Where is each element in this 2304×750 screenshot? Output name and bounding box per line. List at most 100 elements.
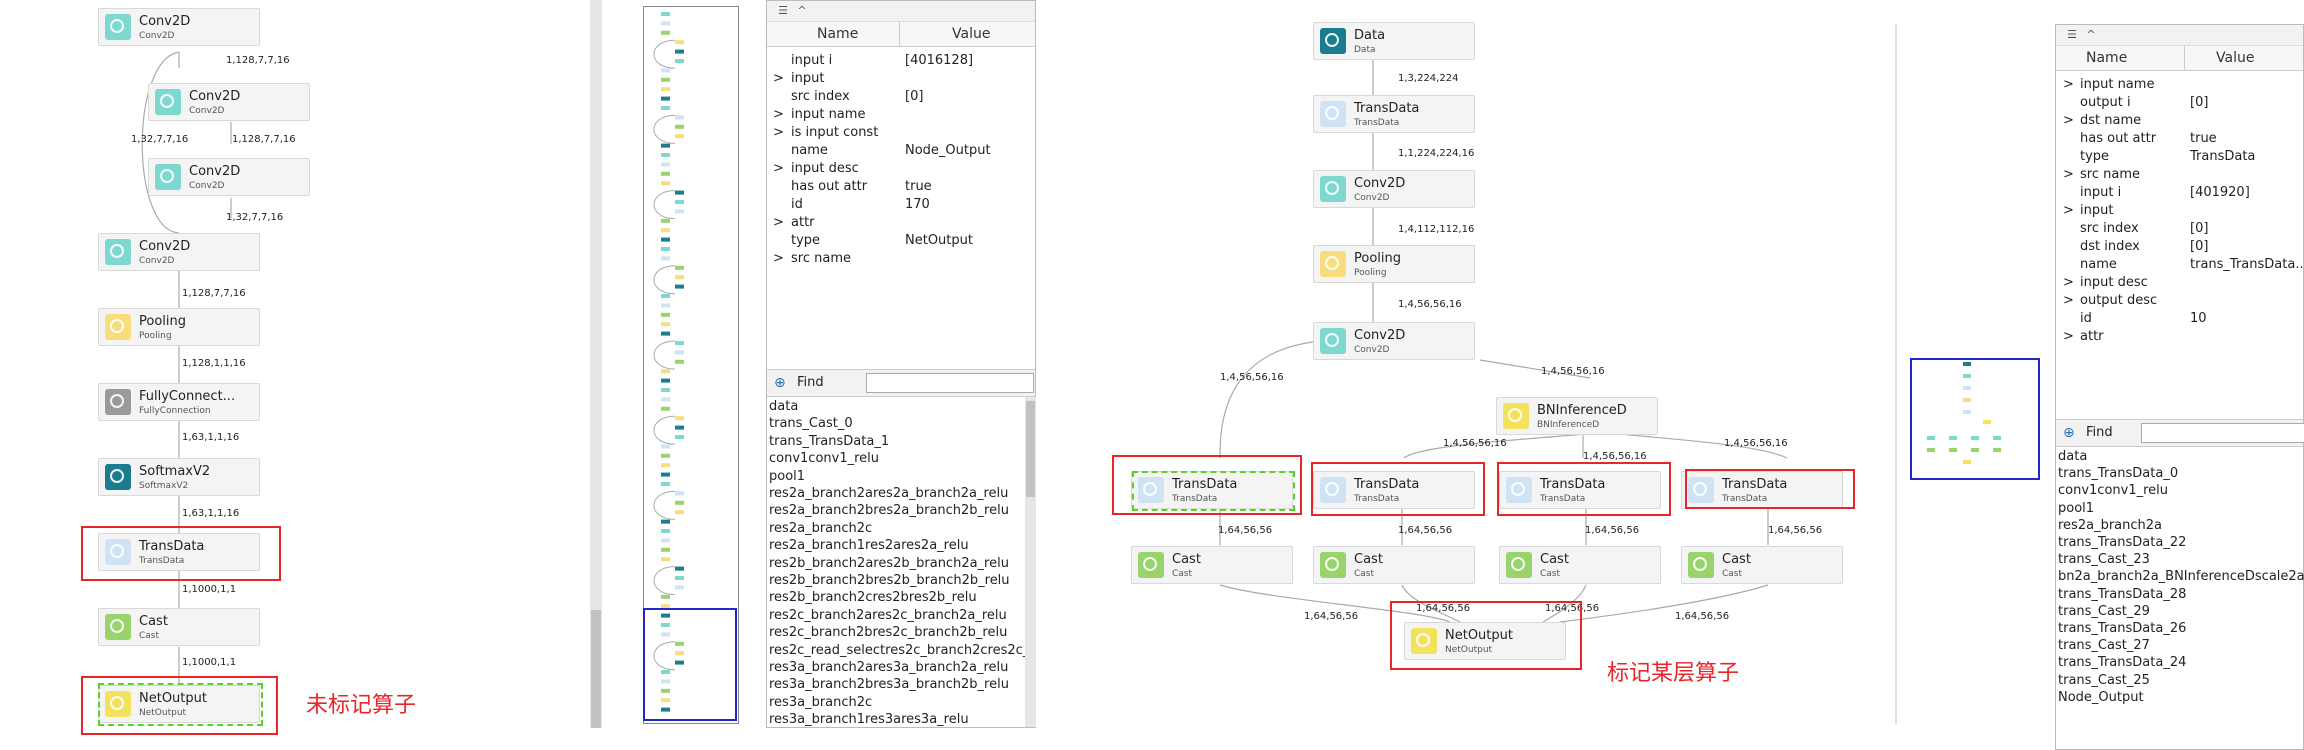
list-item[interactable]: res2a_branch2a	[2058, 518, 2162, 533]
list-item[interactable]: trans_Cast_23	[2058, 552, 2150, 567]
col-value-header[interactable]: Value	[952, 26, 990, 42]
minimap-edge	[653, 39, 676, 69]
minimap-node	[675, 416, 684, 421]
node-softmaxv2[interactable]: SoftmaxV2 SoftmaxV2	[98, 458, 260, 496]
node-conv2d[interactable]: Conv2D Conv2D	[1313, 170, 1475, 208]
col-name-header[interactable]: Name	[2086, 50, 2127, 66]
op-icon	[105, 464, 131, 490]
prop-expander[interactable]: >	[773, 71, 784, 86]
node-conv2d[interactable]: Conv2D Conv2D	[148, 158, 310, 196]
minimap-node	[661, 547, 670, 552]
node-cast[interactable]: Cast Cast	[1499, 546, 1661, 584]
list-item[interactable]: res2b_branch2cres2bres2b_relu	[769, 590, 977, 605]
list-item[interactable]: trans_Cast_27	[2058, 638, 2150, 653]
prop-expander[interactable]: >	[2063, 113, 2074, 128]
left-minimap[interactable]	[603, 0, 765, 728]
prop-name: output i	[2080, 95, 2131, 110]
left-canvas-scrollbar-thumb[interactable]	[591, 610, 601, 728]
find-input[interactable]	[866, 373, 1034, 393]
node-fullyconnection[interactable]: FullyConnect... FullyConnection	[98, 383, 260, 421]
prop-expander[interactable]: >	[773, 251, 784, 266]
node-cast[interactable]: Cast Cast	[98, 608, 260, 646]
node-bninferenced[interactable]: BNInferenceD BNInferenceD	[1496, 397, 1658, 435]
node-list[interactable]: data trans_TransData_0 conv1conv1_relupool…	[2056, 447, 2304, 747]
collapse-icon[interactable]: ^	[2083, 27, 2099, 42]
col-value-header[interactable]: Value	[2216, 50, 2254, 66]
prop-expander[interactable]: >	[773, 125, 784, 140]
prop-expander[interactable]: >	[2063, 77, 2074, 92]
prop-expander[interactable]: >	[2063, 275, 2074, 290]
node-conv2d[interactable]: Conv2D Conv2D	[98, 233, 260, 271]
list-item[interactable]: Node_Output	[2058, 690, 2144, 705]
list-item[interactable]: res2a_branch2ares2a_branch2a_relu	[769, 486, 1008, 501]
minimap-edge	[653, 265, 676, 295]
minimap-node	[661, 153, 670, 157]
node-list-scrollbar[interactable]	[1025, 397, 1036, 727]
minimap-viewport[interactable]	[1910, 358, 2040, 480]
list-item[interactable]: trans_TransData_22	[2058, 535, 2186, 550]
list-item[interactable]: conv1conv1_relu	[2058, 483, 2168, 498]
node-list[interactable]: data trans_Cast_0 trans_TransData_1 conv1co…	[767, 397, 1025, 729]
edge-shape-label: 1,3,224,224	[1398, 73, 1459, 84]
list-item[interactable]: res2c_read_selectres2c_branch2cres2c_rel…	[769, 643, 1025, 658]
col-divider[interactable]	[899, 22, 900, 46]
right-minimap[interactable]	[1895, 0, 2055, 728]
list-item[interactable]: pool1	[2058, 501, 2094, 516]
minimap-viewport[interactable]	[643, 608, 737, 721]
list-item[interactable]: res3a_branch1res3ares3a_relu	[769, 712, 969, 727]
list-item[interactable]: trans_TransData_24	[2058, 655, 2186, 670]
list-item[interactable]: res3a_branch2ares3a_branch2a_relu	[769, 660, 1008, 675]
prop-expander[interactable]: >	[2063, 329, 2074, 344]
prop-expander[interactable]: >	[2063, 203, 2074, 218]
prop-expander[interactable]: >	[773, 215, 784, 230]
list-item[interactable]: trans_TransData_26	[2058, 621, 2186, 636]
prop-expander[interactable]: >	[2063, 293, 2074, 308]
filter-icon[interactable]: ☰	[2064, 27, 2080, 42]
node-pooling[interactable]: Pooling Pooling	[98, 308, 260, 346]
node-data[interactable]: Data Data	[1313, 22, 1475, 60]
list-item[interactable]: res3a_branch2bres3a_branch2b_relu	[769, 677, 1009, 692]
list-item[interactable]: trans_TransData_28	[2058, 587, 2186, 602]
minimap-node	[661, 256, 670, 261]
prop-expander[interactable]: >	[773, 107, 784, 122]
node-pooling[interactable]: Pooling Pooling	[1313, 245, 1475, 283]
list-item[interactable]: res2c_branch2bres2c_branch2b_relu	[769, 625, 1007, 640]
right-graph-canvas[interactable]: Data Data TransData TransData Conv2D Conv2D Po…	[1040, 0, 1890, 728]
list-item[interactable]: bn2a_branch2a_BNInferenceDscale2a	[2058, 569, 2304, 584]
list-item[interactable]: pool1	[769, 469, 805, 484]
prop-expander[interactable]: >	[2063, 167, 2074, 182]
collapse-icon[interactable]: ^	[794, 3, 810, 18]
node-conv2d[interactable]: Conv2D Conv2D	[1313, 322, 1475, 360]
left-canvas-scrollbar[interactable]	[590, 0, 602, 728]
list-item[interactable]: trans_Cast_29	[2058, 604, 2150, 619]
list-item[interactable]: trans_Cast_0	[769, 416, 853, 431]
list-item[interactable]: trans_Cast_25	[2058, 673, 2150, 688]
list-item[interactable]: res2b_branch2bres2b_branch2b_relu	[769, 573, 1010, 588]
list-item[interactable]: trans_TransData_0	[2058, 466, 2178, 481]
op-icon	[1320, 176, 1346, 202]
find-input[interactable]	[2141, 423, 2304, 443]
col-name-header[interactable]: Name	[817, 26, 858, 42]
node-transdata[interactable]: TransData TransData	[1313, 95, 1475, 133]
minimap-node	[661, 388, 670, 392]
list-item[interactable]: data	[769, 399, 798, 414]
list-item[interactable]: res2b_branch2ares2b_branch2a_relu	[769, 556, 1009, 571]
list-item[interactable]: res2a_branch2bres2a_branch2b_relu	[769, 503, 1009, 518]
left-graph-canvas[interactable]: Conv2D Conv2D Conv2D Conv2D Conv2D Conv2D Conv…	[0, 0, 416, 735]
list-item[interactable]: res2a_branch2c	[769, 521, 872, 536]
node-cast[interactable]: Cast Cast	[1131, 546, 1293, 584]
filter-icon[interactable]: ☰	[775, 3, 791, 18]
list-item[interactable]: conv1conv1_relu	[769, 451, 879, 466]
list-item[interactable]: res2a_branch1res2ares2a_relu	[769, 538, 969, 553]
list-item[interactable]: res2c_branch2ares2c_branch2a_relu	[769, 608, 1007, 623]
node-cast[interactable]: Cast Cast	[1681, 546, 1843, 584]
node-cast[interactable]: Cast Cast	[1313, 546, 1475, 584]
list-item[interactable]: res3a_branch2c	[769, 695, 872, 710]
col-divider[interactable]	[2184, 46, 2185, 70]
node-list-scrollbar-thumb[interactable]	[1026, 401, 1035, 497]
prop-expander[interactable]: >	[773, 161, 784, 176]
list-item[interactable]: trans_TransData_1	[769, 434, 889, 449]
node-conv2d[interactable]: Conv2D Conv2D	[98, 8, 260, 46]
node-conv2d[interactable]: Conv2D Conv2D	[148, 83, 310, 121]
list-item[interactable]: data	[2058, 449, 2087, 464]
